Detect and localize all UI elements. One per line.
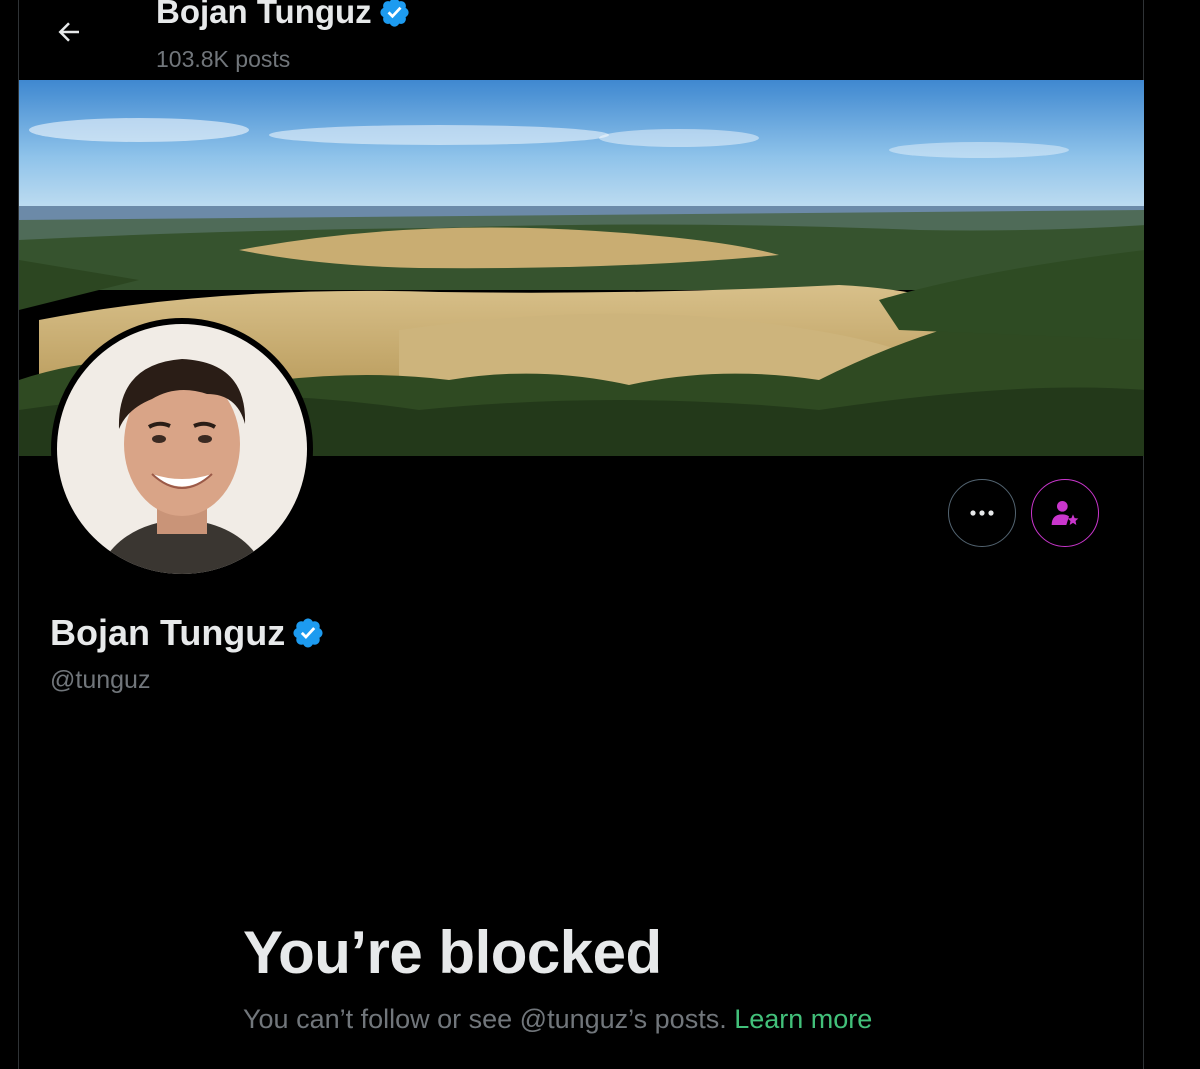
profile-column: Bojan Tunguz 103.8K posts Bojan Tunguz @… (18, 0, 1145, 1069)
header-post-count: 103.8K posts (156, 46, 291, 72)
profile-avatar[interactable] (51, 318, 313, 580)
right-gutter (1144, 0, 1200, 1069)
profile-display-name: Bojan Tunguz (50, 612, 325, 654)
person-star-icon (1051, 501, 1079, 525)
profile-name-text: Bojan Tunguz (50, 612, 286, 653)
blocked-title: You’re blocked (243, 919, 662, 986)
header-title: Bojan Tunguz (156, 0, 411, 31)
verified-badge-icon (293, 618, 323, 648)
back-button[interactable] (47, 10, 91, 54)
learn-more-link[interactable]: Learn more (734, 1004, 872, 1034)
subscribe-button[interactable] (1031, 479, 1099, 547)
more-options-button[interactable] (948, 479, 1016, 547)
arrow-left-icon (58, 22, 79, 42)
header-display-name: Bojan Tunguz (156, 0, 372, 30)
avatar-image (57, 324, 307, 574)
blocked-message: You can’t follow or see @tunguz’s posts.… (243, 1004, 872, 1035)
profile-header: Bojan Tunguz 103.8K posts (19, 0, 1143, 80)
more-dots-icon (970, 510, 994, 516)
profile-handle: @tunguz (50, 666, 151, 694)
blocked-message-text: You can’t follow or see @tunguz’s posts. (243, 1004, 735, 1034)
verified-badge-icon (380, 0, 409, 27)
